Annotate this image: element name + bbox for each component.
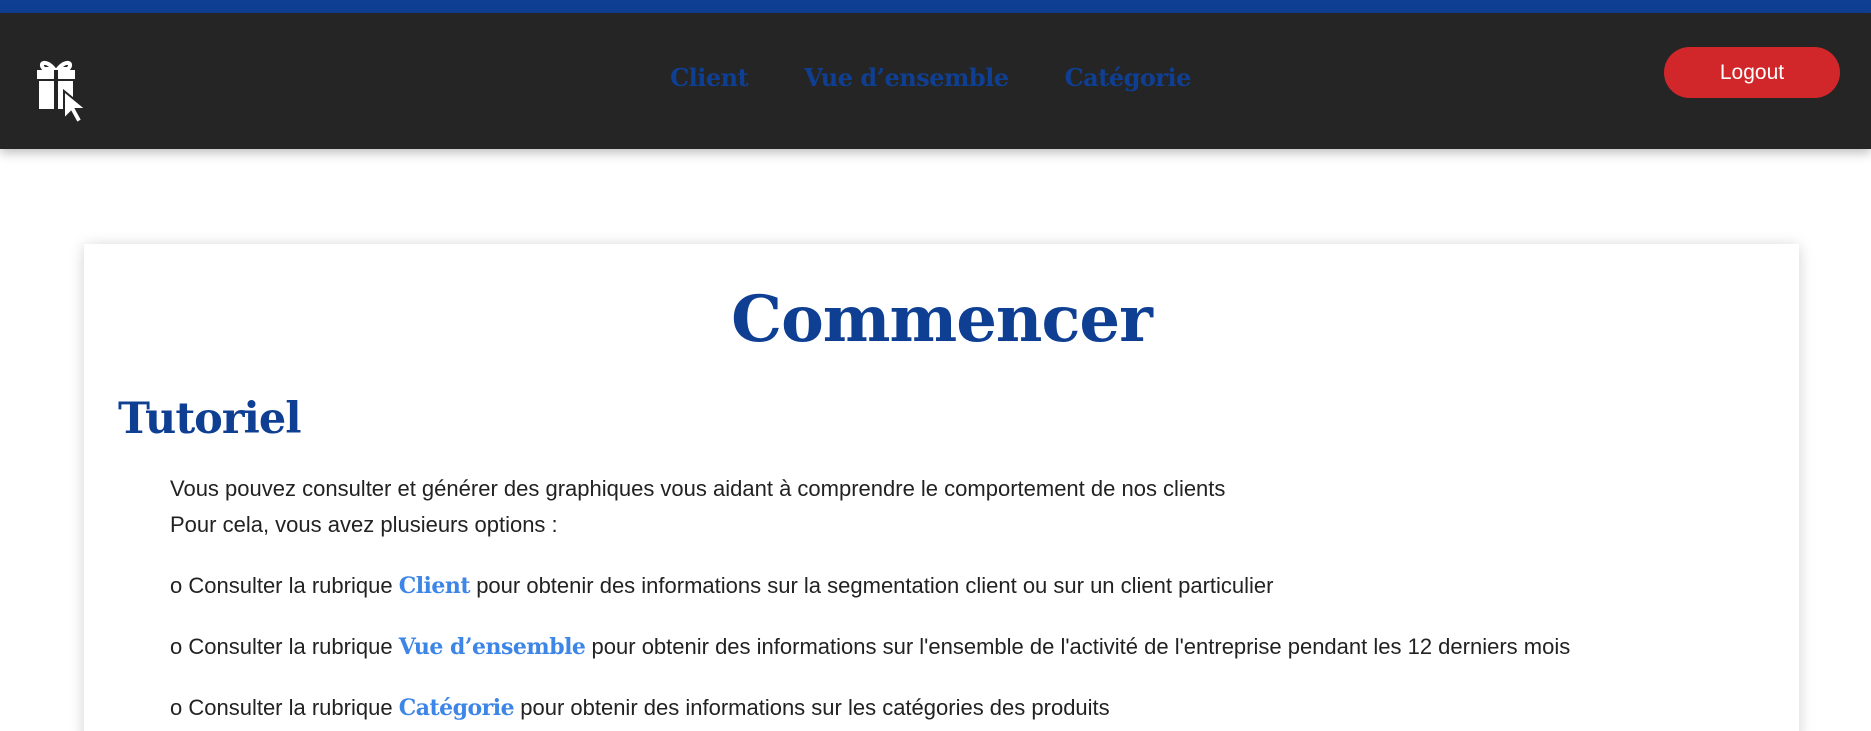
option-suffix: pour obtenir des informations sur l'ense… bbox=[585, 634, 1571, 659]
link-vue-ensemble[interactable]: Vue d’ensemble bbox=[399, 634, 586, 660]
option-prefix: o Consulter la rubrique bbox=[170, 573, 399, 598]
main-nav: Client Vue d’ensemble Catégorie bbox=[0, 63, 1871, 92]
section-title: Tutoriel bbox=[118, 394, 302, 444]
intro-text-line-2: Pour cela, vous avez plusieurs options : bbox=[170, 512, 558, 537]
option-client: o Consulter la rubrique Client pour obte… bbox=[170, 573, 1274, 599]
option-prefix: o Consulter la rubrique bbox=[170, 634, 399, 659]
nav-categorie[interactable]: Catégorie bbox=[1065, 63, 1192, 92]
top-accent-strip bbox=[0, 0, 1871, 13]
logout-button[interactable]: Logout bbox=[1664, 47, 1840, 98]
option-prefix: o Consulter la rubrique bbox=[170, 695, 399, 720]
link-categorie[interactable]: Catégorie bbox=[399, 695, 515, 721]
intro-text-line-1: Vous pouvez consulter et générer des gra… bbox=[170, 476, 1226, 501]
option-vue-ensemble: o Consulter la rubrique Vue d’ensemble p… bbox=[170, 634, 1570, 660]
nav-client[interactable]: Client bbox=[670, 63, 749, 92]
option-suffix: pour obtenir des informations sur les ca… bbox=[514, 695, 1110, 720]
option-categorie: o Consulter la rubrique Catégorie pour o… bbox=[170, 695, 1110, 721]
nav-vue-ensemble[interactable]: Vue d’ensemble bbox=[804, 63, 1009, 92]
page-title: Commencer bbox=[731, 282, 1153, 357]
content-card: Commencer Tutoriel Vous pouvez consulter… bbox=[84, 244, 1799, 731]
navbar: Client Vue d’ensemble Catégorie Logout bbox=[0, 13, 1871, 149]
link-client[interactable]: Client bbox=[399, 573, 471, 599]
option-suffix: pour obtenir des informations sur la seg… bbox=[470, 573, 1274, 598]
